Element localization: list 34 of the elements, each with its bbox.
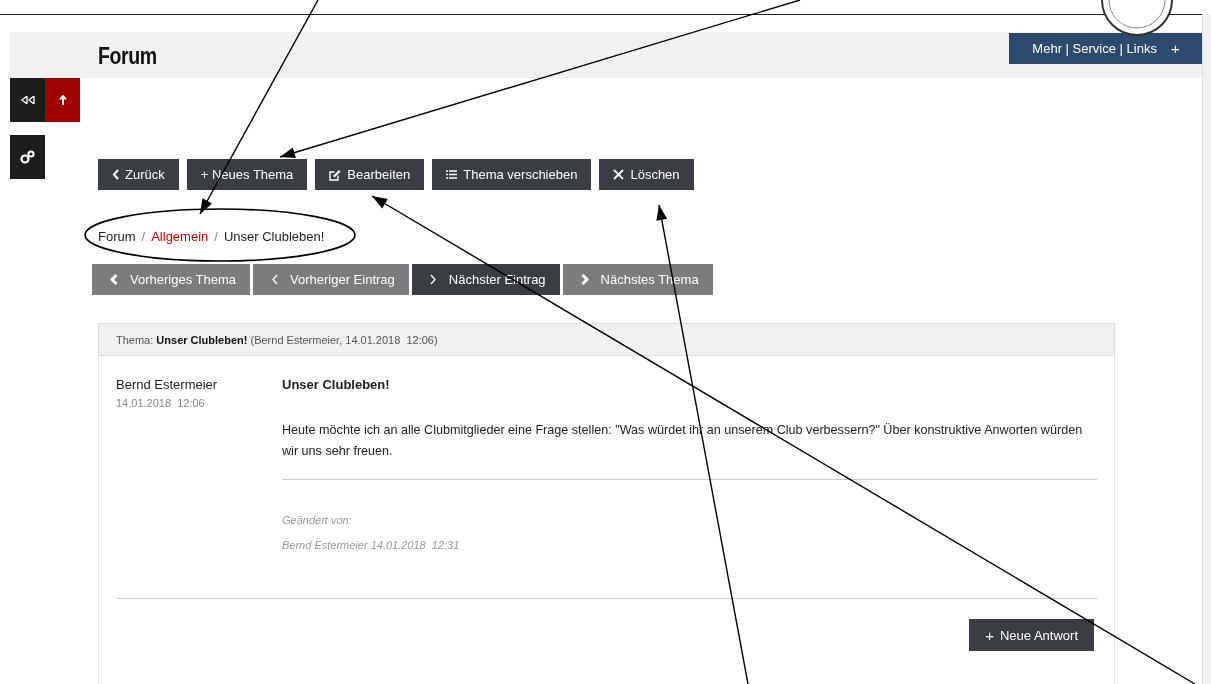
scrollbar[interactable] [1202,14,1211,684]
chevron-right-icon [580,274,589,285]
settings-button[interactable] [10,135,45,179]
edited-label: Geändert von: [282,514,353,526]
edit-icon [329,168,342,181]
breadcrumb-item[interactable]: Unser Clubleben! [223,228,325,244]
pager-button[interactable]: Nächster Eintrag [411,264,560,295]
reply-button[interactable]: + Neue Antwort [969,619,1094,651]
chevron-right-icon [429,274,437,285]
gears-icon [19,150,36,164]
chevron-left-icon [271,274,278,285]
collapse-button[interactable] [10,78,45,122]
action-button[interactable]: Bearbeiten [315,159,425,190]
breadcrumb-separator: / [141,228,146,244]
action-button[interactable]: Zurück [98,159,179,190]
rewind-icon [20,96,35,104]
page-title: Forum [98,42,157,70]
arrow-up-icon [58,95,67,105]
chevron-left-icon [112,169,119,180]
list-icon [446,170,458,179]
breadcrumb-item[interactable]: Forum [98,228,136,244]
edited-by: Bernd Estermeier 14.01.2018 12:31 [282,539,461,551]
menu-button[interactable]: Mehr | Service | Links + [1009,33,1203,64]
breadcrumb-item[interactable]: Allgemein [151,228,209,244]
close-icon [613,169,625,180]
action-button[interactable]: Löschen [599,159,694,190]
post-title: Unser Clubleben! [282,377,391,392]
action-button[interactable]: Thema verschieben [432,159,592,190]
post-author: Bernd Estermeier [116,377,219,392]
breadcrumb-separator: / [214,228,218,244]
action-button[interactable]: + Neues Thema [186,159,308,190]
post-date: 14.01.2018 12:06 [116,397,206,409]
topic-info: Thema: Unser Clubleben! (Bernd Estermeier, 14.01.2018 12:06) [116,333,438,346]
chevron-left-icon [110,274,118,285]
